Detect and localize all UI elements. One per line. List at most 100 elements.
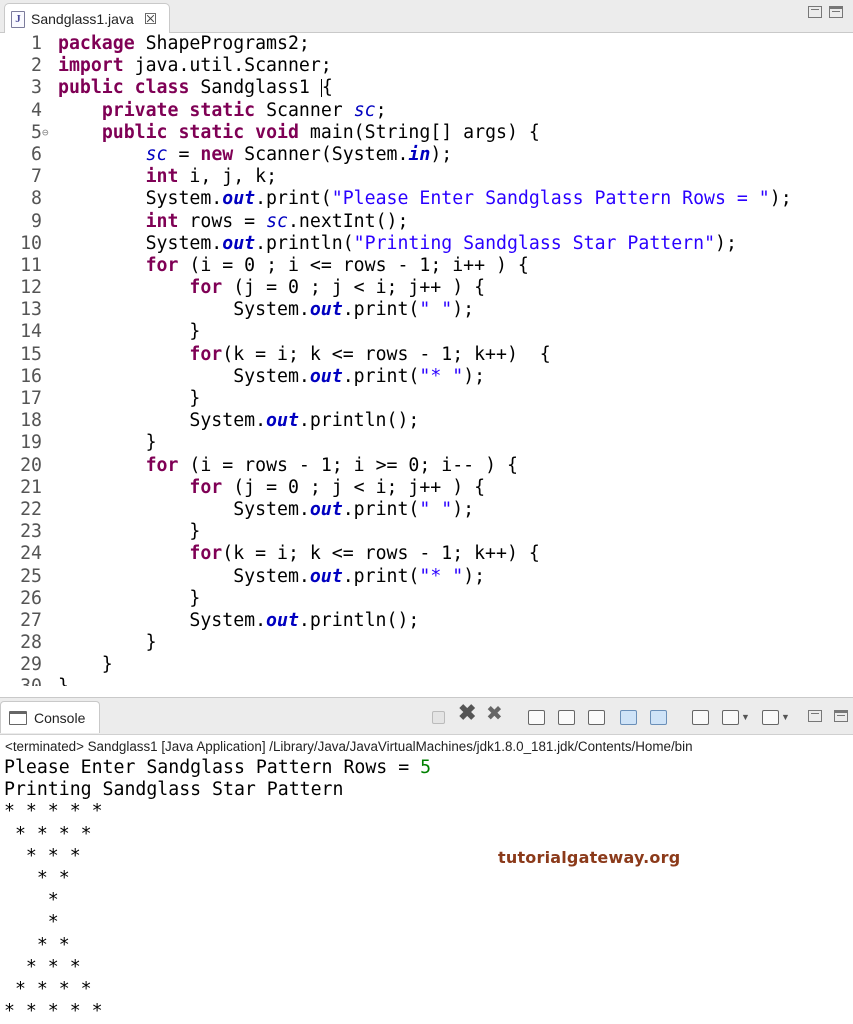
open-console-icon[interactable]: ▼ [762,708,790,726]
code-text: System.out.print("Please Enter Sandglass… [58,188,792,210]
code-text: for(k = i; k <= rows - 1; k++) { [58,344,550,366]
word-wrap-icon[interactable] [588,708,605,726]
code-line: 15 for(k = i; k <= rows - 1; k++) { [0,344,853,366]
code-line: 4 private static Scanner sc; [0,100,853,122]
fold-gutter [42,166,58,188]
console-status-line: <terminated> Sandglass1 [Java Applicatio… [5,739,693,754]
code-line: 30} [0,676,853,686]
line-number: 24 [20,543,42,565]
show-on-stdout-icon[interactable] [620,708,637,726]
fold-gutter [42,188,58,210]
code-line: 16 System.out.print("* "); [0,366,853,388]
line-number: 20 [20,454,42,476]
code-token: System. [58,410,267,432]
watermark-logo: tutorialgateway.org [498,848,681,867]
code-text: } [58,521,200,543]
code-line: 8 System.out.print("Please Enter Sandgla… [0,188,853,210]
line-number: 27 [20,609,42,631]
code-line: 3 public class Sandglass1 { [0,77,853,99]
editor-tab-sandglass1[interactable]: J Sandglass1.java ☒ [4,3,171,34]
line-number: 21 [20,476,42,498]
line-number: 8 [31,188,42,210]
code-text: } [58,676,69,686]
code-token: ); [463,365,486,387]
keyword-token: static [189,99,256,121]
field-token: out [266,410,299,432]
code-token: System. [58,609,267,631]
code-token: ); [452,498,475,520]
code-line: 22 System.out.print(" "); [0,499,853,521]
code-line: 28 } [0,632,853,654]
remove-all-icon[interactable]: ✖ [486,703,503,725]
code-token: .println(); [298,609,420,631]
line-number: 9 [31,210,42,232]
field-token: out [309,365,343,387]
pin-console-icon[interactable] [692,708,709,726]
code-token: System. [58,365,310,387]
show-on-stderr-icon[interactable] [650,708,667,726]
field-token: out [309,299,343,321]
terminate-icon[interactable] [432,708,445,726]
console-output-line: * [4,912,70,934]
code-token: ); [715,232,737,254]
fold-gutter [42,255,58,277]
code-line: 20 for (i = rows - 1; i >= 0; i-- ) { [0,455,853,477]
fold-gutter [42,610,58,632]
code-line: 25 System.out.print("* "); [0,566,853,588]
fold-gutter [42,521,58,543]
line-number: 16 [20,365,42,387]
line-number: 1 [31,33,42,54]
line-number: 28 [20,632,42,654]
fold-gutter [42,299,58,321]
code-editor[interactable]: 1 package ShapePrograms2; 2 import java.uti… [0,33,853,686]
editor-tab-title: Sandglass1.java [31,11,134,27]
fold-gutter [42,432,58,454]
remove-launch-icon[interactable]: ✖ [458,700,476,725]
console-tab[interactable]: Console [0,701,100,733]
fold-gutter [42,676,58,686]
code-token: ); [769,188,792,210]
console-output-lines: Printing Sandglass Star Pattern * * * * *… [0,779,853,1023]
fold-gutter [42,233,58,255]
code-text: int rows = sc.nextInt(); [58,211,409,233]
console-output[interactable]: Please Enter Sandglass Pattern Rows = 5 … [0,757,853,1023]
code-token: } [58,321,201,343]
display-console-icon[interactable]: ▼ [722,708,750,726]
clear-console-icon[interactable] [528,708,545,726]
fold-gutter [42,33,58,55]
code-text: for (j = 0 ; j < i; j++ ) { [58,477,485,499]
code-line: 23 } [0,521,853,543]
minimize-editor-icon[interactable] [808,6,822,18]
code-token: java.util.Scanner; [123,55,332,77]
code-line: 9 int rows = sc.nextInt(); [0,211,853,233]
close-tab-icon[interactable]: ☒ [144,10,157,28]
code-text: } [58,321,200,343]
code-token: System. [58,565,310,587]
fold-toggle-icon[interactable]: ⊖ [42,122,58,144]
code-text: System.out.println(); [58,610,419,632]
code-token: } [58,587,201,609]
maximize-console-icon[interactable] [834,710,848,722]
code-token: (i = 0 ; i <= rows - 1; i++ ) { [178,254,529,276]
string-token: "Printing Sandglass Star Pattern" [353,232,716,254]
line-number: 10 [20,232,42,254]
maximize-editor-icon[interactable] [829,6,843,18]
field-token: in [408,143,431,165]
field-token: out [222,232,256,254]
line-number: 12 [20,277,42,299]
fold-gutter [42,499,58,521]
string-token: "* " [419,365,464,387]
fold-gutter [42,100,58,122]
keyword-token: for [189,543,223,565]
scroll-lock-icon[interactable] [558,708,575,726]
minimize-console-icon[interactable] [808,710,822,722]
string-token: " " [419,299,453,321]
string-token: "* " [419,565,464,587]
fold-gutter [42,654,58,676]
code-token: System. [58,232,223,254]
